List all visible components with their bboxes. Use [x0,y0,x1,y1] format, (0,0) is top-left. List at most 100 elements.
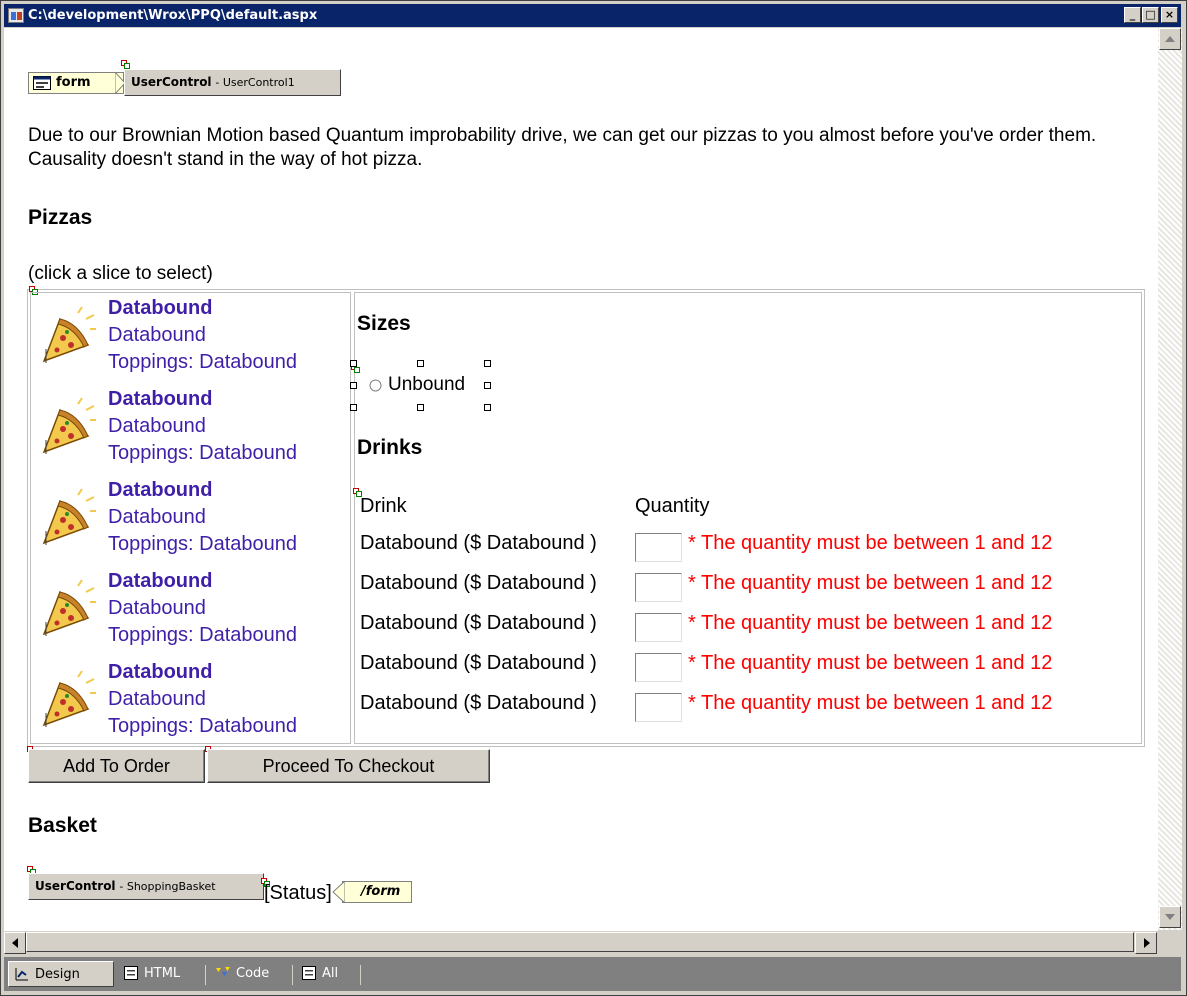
shopping-basket-control[interactable]: UserControl - ShoppingBasket [28,873,264,900]
arrow-down-icon [1165,914,1175,920]
pizza-name: Databound [108,570,213,592]
pizza-item[interactable]: Databound Databound Toppings: Databound [38,570,348,658]
tab-label: HTML [144,966,181,981]
design-icon [15,968,28,981]
title-bar[interactable]: C:\development\Wrox\PPQ\default.aspx _ □… [4,4,1181,27]
minimize-button[interactable]: _ [1124,7,1141,23]
form-open-label: form [56,75,91,90]
selection-handle[interactable] [484,360,491,367]
pizza-item[interactable]: Databound Databound Toppings: Databound [38,388,348,476]
scroll-down-button[interactable] [1159,906,1181,928]
pizza-toppings: Toppings: Databound [108,442,298,464]
user-control-name: - ShoppingBasket [119,880,216,893]
arrow-left-icon [12,938,18,948]
pizza-slice-icon[interactable] [38,396,98,456]
tag-arrow-shape [332,881,345,903]
quantity-range-error: * The quantity must be between 1 and 12 [688,612,1053,634]
pizza-toppings: Toppings: Databound [108,624,298,646]
quantity-range-error: * The quantity must be between 1 and 12 [688,572,1053,594]
pizza-item[interactable]: Databound Databound Toppings: Databound [38,661,348,749]
pizzas-hint: (click a slice to select) [28,263,213,284]
pizza-slice-icon[interactable] [38,305,98,365]
horizontal-scrollbar[interactable] [4,930,1158,955]
control-glyph [121,60,130,69]
quantity-input[interactable] [635,653,682,682]
tab-separator [360,965,361,985]
selection-handle[interactable] [350,360,357,367]
quantity-range-error: * The quantity must be between 1 and 12 [688,692,1053,714]
pizza-item[interactable]: Databound Databound Toppings: Databound [38,297,348,385]
quantity-input[interactable] [635,693,682,722]
scroll-up-button[interactable] [1159,28,1181,50]
close-button[interactable]: × [1161,7,1178,23]
maximize-button[interactable]: □ [1142,7,1159,23]
pizzas-heading: Pizzas [28,206,93,229]
drink-label: Databound ($ Databound ) [360,652,597,674]
tab-separator [205,965,206,985]
drinks-heading: Drinks [357,436,423,459]
tab-all[interactable]: All [296,961,356,987]
selection-handle[interactable] [417,360,424,367]
pizza-description: Databound [108,506,206,528]
selection-handle[interactable] [417,404,424,411]
html-icon [124,966,138,980]
selection-handle[interactable] [350,382,357,389]
user-control-type: UserControl [35,879,116,893]
pizza-item[interactable]: Databound Databound Toppings: Databound [38,479,348,567]
view-tab-bar: Design HTML Code All [4,957,1181,991]
drink-label: Databound ($ Databound ) [360,532,597,554]
user-control-type: UserControl [131,75,212,89]
form-open-tag[interactable]: form [28,72,126,94]
proceed-to-checkout-button[interactable]: Proceed To Checkout [207,749,490,783]
user-control-name: - UserControl1 [215,76,295,89]
add-to-order-button[interactable]: Add To Order [28,749,205,783]
pizza-name: Databound [108,479,213,501]
horizontal-scroll-thumb[interactable] [26,932,1134,952]
quantity-input[interactable] [635,533,682,562]
form-close-tag[interactable]: /form [332,881,412,903]
quantity-input[interactable] [635,613,682,642]
user-control-1[interactable]: UserControl - UserControl1 [124,69,341,96]
pizza-description: Databound [108,688,206,710]
scroll-right-button[interactable] [1135,932,1157,954]
tab-design[interactable]: Design [8,961,114,987]
pizza-description: Databound [108,324,206,346]
tab-separator [292,965,293,985]
drink-column-header: Drink [360,495,407,517]
window-title: C:\development\Wrox\PPQ\default.aspx [28,8,318,23]
drink-label: Databound ($ Databound ) [360,612,597,634]
arrow-up-icon [1165,36,1175,42]
tab-code[interactable]: Code [210,961,290,987]
pizza-name: Databound [108,297,213,319]
quantity-range-error: * The quantity must be between 1 and 12 [688,532,1053,554]
selection-handle[interactable] [484,404,491,411]
selection-handle[interactable] [350,404,357,411]
arrow-right-icon [1144,938,1150,948]
vertical-scrollbar[interactable] [1158,28,1182,930]
code-icon [216,967,230,976]
status-label: [Status] [264,882,332,904]
pizza-slice-icon[interactable] [38,578,98,638]
drink-label: Databound ($ Databound ) [360,692,597,714]
scroll-left-button[interactable] [4,932,26,954]
pizza-slice-icon[interactable] [38,669,98,729]
quantity-column-header: Quantity [635,495,710,517]
pizza-toppings: Toppings: Databound [108,715,298,737]
sizes-heading: Sizes [357,312,411,335]
selection-handle[interactable] [484,382,491,389]
pizza-toppings: Toppings: Databound [108,533,298,555]
intro-paragraph: Due to our Brownian Motion based Quantum… [28,125,1097,170]
sizes-radio-list[interactable]: Unbound [350,360,491,412]
aspx-file-icon [8,8,24,23]
pizza-slice-icon[interactable] [38,487,98,547]
size-radio-button[interactable] [369,379,382,392]
pizza-description: Databound [108,415,206,437]
tab-label: All [322,966,339,981]
tab-html[interactable]: HTML [118,961,204,987]
scrollbar-corner [1158,930,1182,954]
pizza-toppings: Toppings: Databound [108,351,298,373]
form-close-label: /form [361,884,401,899]
quantity-input[interactable] [635,573,682,602]
pizza-name: Databound [108,388,213,410]
size-radio-label: Unbound [388,374,466,395]
